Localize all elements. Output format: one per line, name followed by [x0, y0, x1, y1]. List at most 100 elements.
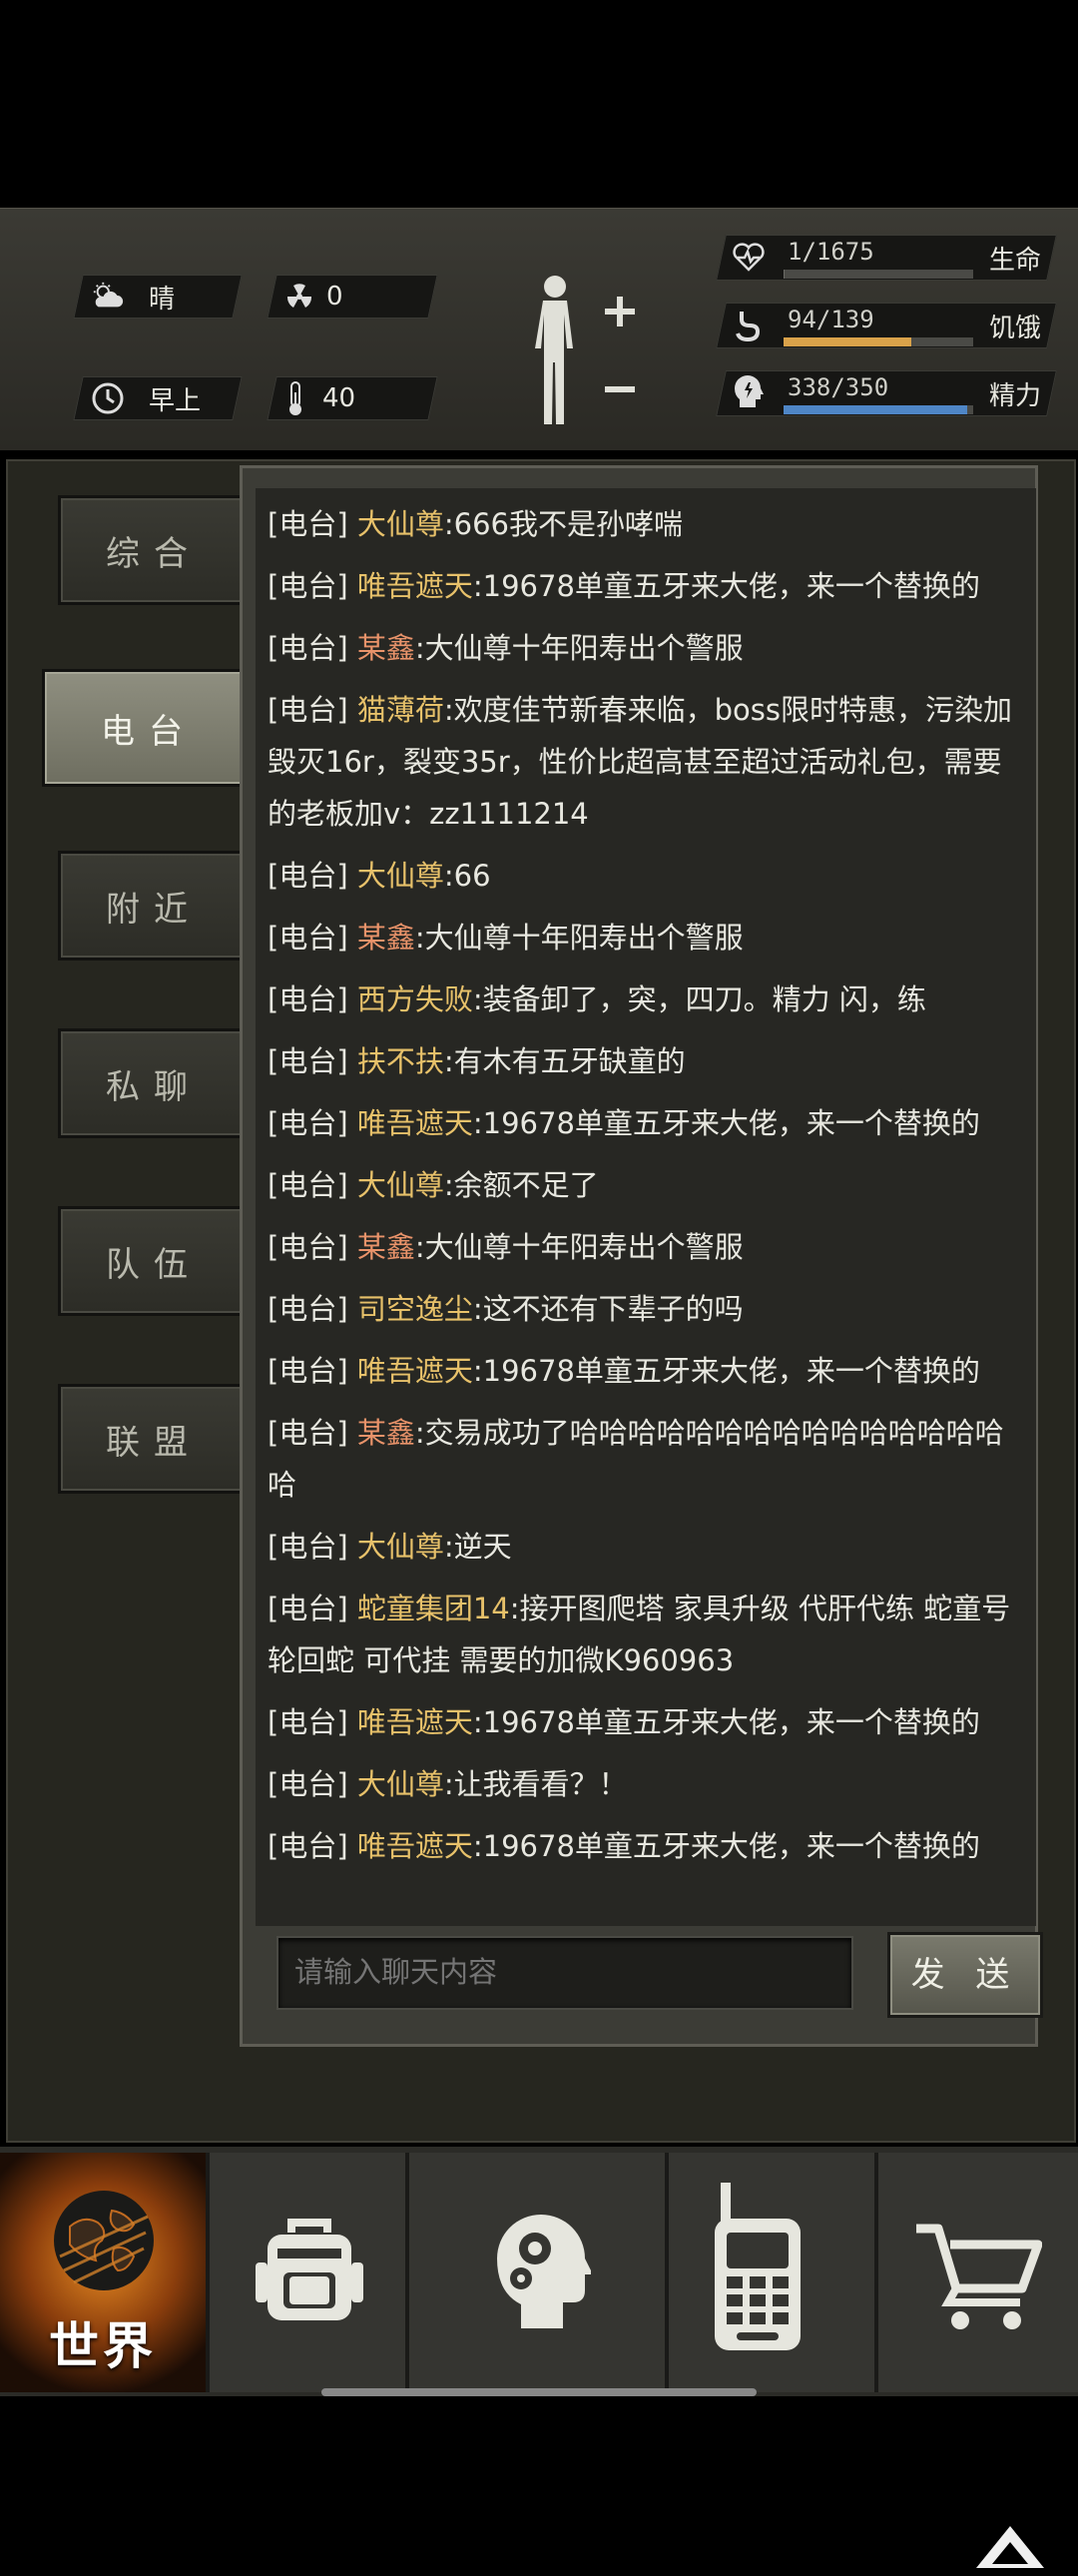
radiation-icon: [282, 280, 316, 314]
message-channel: [电台]: [268, 569, 348, 603]
partly-cloudy-icon: [91, 280, 125, 314]
shopping-cart-icon: [914, 2223, 1043, 2336]
message-text: :逆天: [443, 1530, 512, 1564]
tab-label: 队伍: [106, 1244, 202, 1285]
chat-message: [电台] 唯吾遮天:19678单童五牙来大佬，来一个替换的: [256, 1696, 1036, 1748]
message-sender[interactable]: 大仙尊: [357, 507, 444, 541]
home-indicator[interactable]: [321, 2388, 757, 2396]
message-text: :有木有五牙缺童的: [443, 1044, 686, 1078]
message-text: :66: [443, 859, 491, 893]
vital-bar: [784, 337, 973, 346]
tab-private[interactable]: 私聊: [58, 1028, 250, 1138]
tab-team[interactable]: 队伍: [58, 1206, 250, 1316]
nav-shop[interactable]: [878, 2153, 1078, 2392]
send-button[interactable]: 发 送: [887, 1932, 1043, 2018]
chat-message: [电台] 大仙尊:66: [256, 850, 1036, 902]
message-channel: [电台]: [268, 1354, 348, 1388]
tab-general[interactable]: 综合: [58, 495, 250, 605]
chat-input[interactable]: [276, 1936, 853, 2010]
chat-message: [电台] 唯吾遮天:19678单童五牙来大佬，来一个替换的: [256, 1820, 1036, 1872]
vital-bar: [784, 405, 973, 414]
message-channel: [电台]: [268, 693, 348, 727]
temperature-indicator: 40: [267, 376, 438, 420]
message-channel: [电台]: [268, 1705, 348, 1739]
message-channel: [电台]: [268, 1829, 348, 1863]
message-channel: [电台]: [268, 1106, 348, 1140]
vital-value: 1/1675: [788, 238, 874, 266]
status-panel: 晴 0 早上 40 1/1675 生命 94/139 饥饿 338/350 精力: [0, 208, 1078, 450]
message-sender[interactable]: 某鑫: [357, 1416, 415, 1450]
message-channel: [电台]: [268, 631, 348, 665]
message-sender[interactable]: 某鑫: [357, 921, 415, 955]
vital-bar: [784, 270, 973, 279]
bottom-nav: 世界: [0, 2147, 1078, 2396]
message-channel: [电台]: [268, 507, 348, 541]
message-sender[interactable]: 扶不扶: [357, 1044, 444, 1078]
message-sender[interactable]: 唯吾遮天: [357, 1354, 473, 1388]
chat-message: [电台] 蛇童集团14:接开图爬塔 家具升级 代肝代练 蛇童号 轮回蛇 可代挂 …: [256, 1583, 1036, 1686]
collapse-button[interactable]: [974, 2522, 1046, 2572]
nav-skills[interactable]: [409, 2153, 669, 2392]
tab-label: 综合: [106, 533, 202, 574]
tab-label: 私聊: [106, 1066, 202, 1107]
chat-message: [电台] 唯吾遮天:19678单童五牙来大佬，来一个替换的: [256, 1097, 1036, 1149]
vital-hunger: 94/139 饥饿: [716, 303, 1057, 348]
message-channel: [电台]: [268, 1416, 348, 1450]
message-sender[interactable]: 猫薄荷: [357, 693, 444, 727]
chat-message: [电台] 大仙尊:余额不足了: [256, 1159, 1036, 1211]
time-label: 早上: [149, 385, 202, 416]
nav-radio[interactable]: [669, 2153, 878, 2392]
message-text: :19678单童五牙来大佬，来一个替换的: [472, 1106, 980, 1140]
nav-world-label: 世界: [49, 2317, 157, 2375]
message-sender[interactable]: 蛇童集团14: [357, 1592, 510, 1625]
nav-world[interactable]: 世界: [0, 2153, 210, 2392]
message-sender[interactable]: 唯吾遮天: [357, 569, 473, 603]
message-channel: [电台]: [268, 1168, 348, 1202]
message-channel: [电台]: [268, 1292, 348, 1326]
message-text: :大仙尊十年阳寿出个警服: [414, 631, 744, 665]
walkie-talkie-icon: [713, 2183, 803, 2356]
chat-message: [电台] 西方失败:装备卸了，突，四刀。精力 闪，练: [256, 973, 1036, 1025]
message-sender[interactable]: 某鑫: [357, 1230, 415, 1264]
message-channel: [电台]: [268, 921, 348, 955]
head-energy-icon: [732, 375, 766, 411]
message-sender[interactable]: 司空逸尘: [357, 1292, 473, 1326]
message-sender[interactable]: 西方失败: [357, 982, 473, 1016]
tab-alliance[interactable]: 联盟: [58, 1384, 250, 1494]
message-text: :让我看看？！: [443, 1767, 628, 1801]
chat-message: [电台] 唯吾遮天:19678单童五牙来大佬，来一个替换的: [256, 1345, 1036, 1397]
chat-message: [电台] 某鑫:交易成功了哈哈哈哈哈哈哈哈哈哈哈哈哈哈哈哈: [256, 1407, 1036, 1511]
message-sender[interactable]: 某鑫: [357, 631, 415, 665]
message-sender[interactable]: 大仙尊: [357, 1767, 444, 1801]
message-sender[interactable]: 唯吾遮天: [357, 1705, 473, 1739]
message-channel: [电台]: [268, 1592, 348, 1625]
body-status-button[interactable]: [521, 271, 641, 428]
globe-icon: [50, 2187, 158, 2298]
chat-message: [电台] 唯吾遮天:19678单童五牙来大佬，来一个替换的: [256, 560, 1036, 612]
stomach-icon: [732, 308, 766, 343]
nav-backpack[interactable]: [210, 2153, 409, 2392]
radiation-value: 0: [326, 282, 343, 312]
chat-message: [电台] 大仙尊:666我不是孙哮喘: [256, 498, 1036, 550]
chat-message: [电台] 某鑫:大仙尊十年阳寿出个警服: [256, 1221, 1036, 1273]
message-channel: [电台]: [268, 982, 348, 1016]
message-text: :大仙尊十年阳寿出个警服: [414, 1230, 744, 1264]
weather-indicator: 晴: [73, 275, 243, 319]
chat-message: [电台] 大仙尊:逆天: [256, 1521, 1036, 1573]
message-list[interactable]: [电台] 大仙尊:666我不是孙哮喘 [电台] 唯吾遮天:19678单童五牙来大佬…: [256, 488, 1036, 1926]
tab-radio[interactable]: 电台: [42, 669, 256, 787]
message-sender[interactable]: 唯吾遮天: [357, 1829, 473, 1863]
vital-energy: 338/350 精力: [716, 370, 1057, 416]
message-channel: [电台]: [268, 1044, 348, 1078]
tab-nearby[interactable]: 附近: [58, 851, 250, 961]
message-sender[interactable]: 唯吾遮天: [357, 1106, 473, 1140]
message-sender[interactable]: 大仙尊: [357, 1530, 444, 1564]
message-sender[interactable]: 大仙尊: [357, 859, 444, 893]
tab-label: 附近: [106, 889, 202, 930]
vital-name: 生命: [988, 246, 1041, 276]
message-channel: [电台]: [268, 1767, 348, 1801]
message-sender[interactable]: 大仙尊: [357, 1168, 444, 1202]
time-indicator: 早上: [73, 376, 243, 420]
head-gears-icon: [491, 2203, 593, 2336]
tab-label: 电台: [101, 711, 197, 752]
